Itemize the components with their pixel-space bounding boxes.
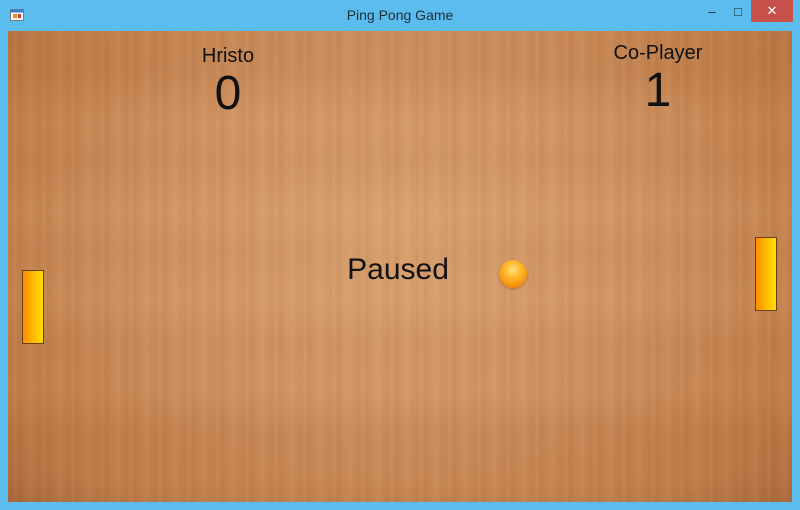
- title-bar[interactable]: Ping Pong Game ‒ □ ✕: [0, 0, 800, 31]
- minimize-icon: ‒: [708, 3, 716, 19]
- right-paddle[interactable]: [755, 237, 777, 311]
- maximize-button[interactable]: □: [725, 0, 751, 22]
- game-status-text: Paused: [347, 253, 449, 286]
- player-left-score: 0: [214, 67, 242, 120]
- ball: [499, 260, 527, 288]
- game-table[interactable]: Hristo 0 Co-Player 1 Paused: [8, 31, 792, 502]
- close-button[interactable]: ✕: [751, 0, 793, 22]
- player-right-scoreboard: Co-Player 1: [588, 42, 728, 117]
- player-left-name: Hristo: [201, 45, 255, 67]
- left-paddle[interactable]: [22, 270, 44, 344]
- game-window: Ping Pong Game ‒ □ ✕ Hristo 0 Co-Player …: [0, 0, 800, 510]
- minimize-button[interactable]: ‒: [699, 0, 725, 22]
- player-right-name: Co-Player: [613, 42, 703, 64]
- player-right-score: 1: [644, 64, 672, 117]
- player-left-scoreboard: Hristo 0: [178, 45, 278, 120]
- window-title: Ping Pong Game: [346, 7, 454, 23]
- maximize-icon: □: [734, 3, 742, 19]
- close-icon: ✕: [766, 3, 778, 18]
